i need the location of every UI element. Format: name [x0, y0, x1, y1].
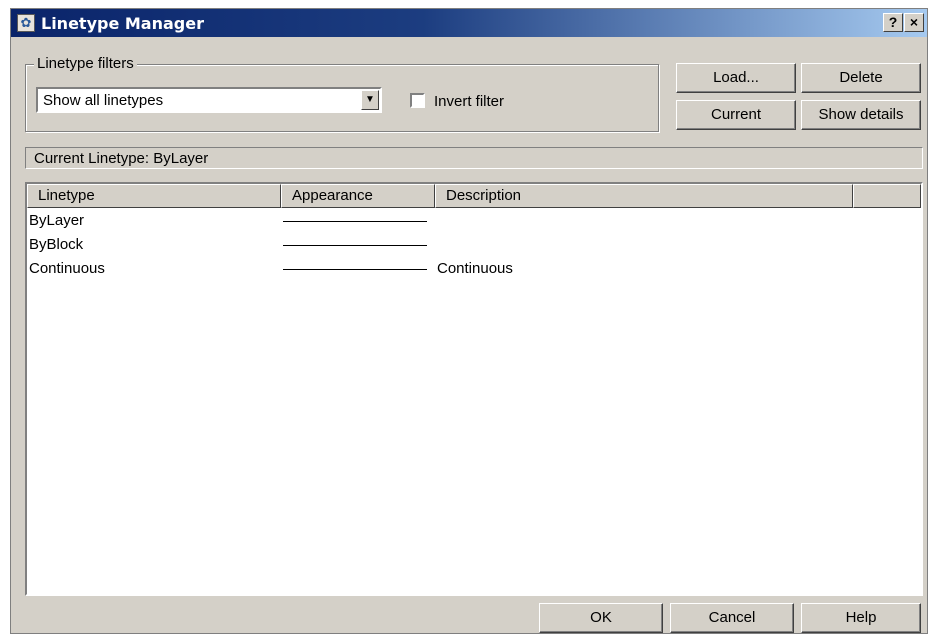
column-header-linetype[interactable]: Linetype [27, 184, 281, 208]
linetype-name: Continuous [29, 260, 105, 277]
window-title: Linetype Manager [41, 14, 204, 33]
linetype-name: ByBlock [29, 236, 84, 253]
linetype-filters-group: Linetype filters Show all linetypes ▼ In… [25, 55, 659, 132]
current-button[interactable]: Current [676, 100, 796, 130]
show-details-button[interactable]: Show details [801, 100, 921, 130]
table-row[interactable]: Continuous Continuous [27, 258, 921, 282]
load-button[interactable]: Load... [676, 63, 796, 93]
column-header-appearance[interactable]: Appearance [281, 184, 435, 208]
table-row[interactable]: ByLayer [27, 210, 921, 234]
appearance-line [283, 245, 427, 246]
current-linetype-text: Current Linetype: ByLayer [34, 150, 209, 167]
linetype-manager-dialog: ✿ Linetype Manager ? × Linetype filters … [10, 8, 928, 634]
current-linetype-display: Current Linetype: ByLayer [25, 147, 923, 169]
invert-filter-checkbox[interactable] [410, 93, 425, 108]
linetype-filter-value: Show all linetypes [43, 92, 164, 109]
title-bar[interactable]: ✿ Linetype Manager ? × [11, 9, 927, 37]
linetype-name: ByLayer [29, 212, 85, 229]
column-header-extra[interactable] [853, 184, 921, 208]
cancel-button[interactable]: Cancel [670, 603, 794, 633]
appearance-line [283, 221, 427, 222]
linetype-filters-label: Linetype filters [34, 55, 137, 72]
chevron-down-icon[interactable]: ▼ [361, 90, 379, 110]
close-icon[interactable]: × [904, 13, 924, 32]
delete-button[interactable]: Delete [801, 63, 921, 93]
linetype-filter-select[interactable]: Show all linetypes ▼ [36, 87, 382, 113]
app-icon: ✿ [17, 14, 35, 32]
linetype-list[interactable]: Linetype Appearance Description ByLayer … [25, 182, 923, 596]
table-row[interactable]: ByBlock [27, 234, 921, 258]
invert-filter-label: Invert filter [434, 93, 505, 110]
help-title-button[interactable]: ? [883, 13, 903, 32]
appearance-line [283, 269, 427, 270]
column-header-description[interactable]: Description [435, 184, 853, 208]
linetype-description: Continuous [437, 260, 513, 277]
help-button[interactable]: Help [801, 603, 921, 633]
ok-button[interactable]: OK [539, 603, 663, 633]
